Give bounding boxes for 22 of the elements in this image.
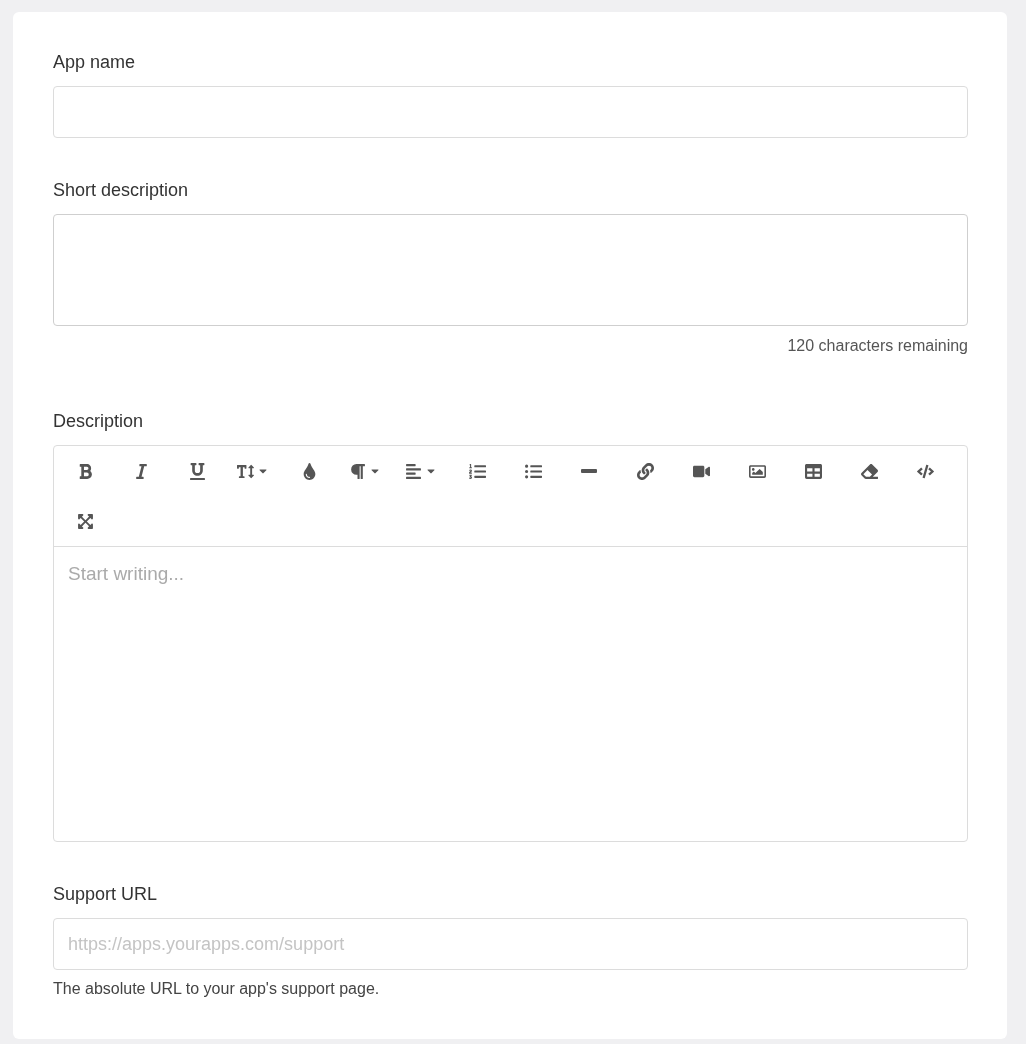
image-icon bbox=[748, 462, 766, 480]
editor-placeholder[interactable]: Start writing... bbox=[54, 547, 967, 841]
text-height-icon bbox=[237, 462, 254, 480]
code-icon bbox=[916, 462, 934, 480]
minus-icon bbox=[581, 469, 597, 473]
expand-icon bbox=[76, 512, 94, 530]
field-label: App name bbox=[53, 51, 137, 74]
field-label: Short description bbox=[53, 179, 190, 202]
character-counter: 120 characters remaining bbox=[787, 336, 968, 356]
eraser-icon bbox=[860, 462, 878, 480]
paragraph-icon bbox=[349, 462, 366, 480]
field-label: Description bbox=[53, 410, 145, 433]
underline-icon bbox=[188, 462, 206, 480]
field-label: Support URL bbox=[53, 883, 159, 906]
text-field[interactable]: https://apps.yourapps.com/support bbox=[53, 918, 968, 970]
text-field[interactable] bbox=[53, 86, 968, 138]
align-left-icon bbox=[405, 462, 422, 480]
link-icon bbox=[636, 462, 654, 480]
bullet-list-icon bbox=[524, 462, 542, 480]
table-icon bbox=[804, 462, 822, 480]
numbered-list-icon bbox=[468, 462, 486, 480]
help-text: The absolute URL to your app's support page. bbox=[53, 979, 381, 999]
